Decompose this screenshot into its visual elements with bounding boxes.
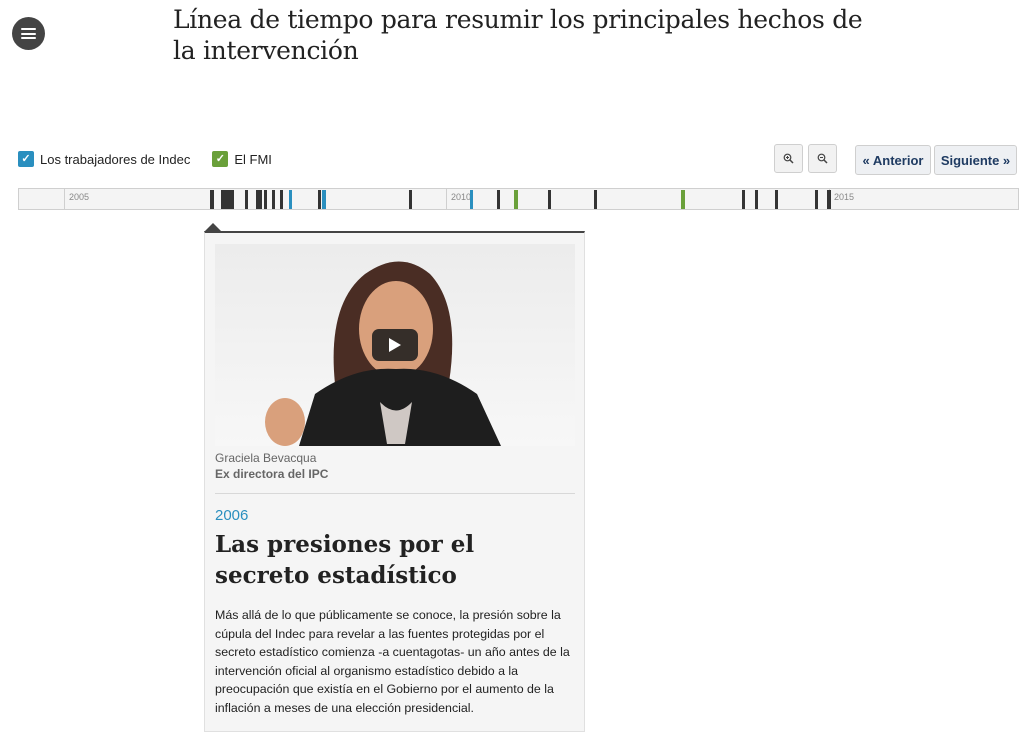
- zoom-in-button[interactable]: [774, 144, 803, 173]
- event-marker-indec[interactable]: [470, 190, 473, 209]
- filter-label: El FMI: [234, 151, 272, 167]
- event-description: Más allá de lo que públicamente se conoc…: [215, 608, 570, 715]
- event-marker[interactable]: [548, 190, 551, 209]
- event-marker[interactable]: [497, 190, 500, 209]
- event-marker[interactable]: [827, 190, 831, 209]
- event-marker[interactable]: [594, 190, 597, 209]
- hamburger-menu-icon: [21, 28, 36, 39]
- category-filters: ✓ Los trabajadores de Indec ✓ El FMI: [18, 151, 272, 167]
- event-year: 2006: [215, 507, 249, 524]
- event-marker[interactable]: [221, 190, 234, 209]
- next-button[interactable]: Siguiente »: [934, 145, 1017, 175]
- event-marker[interactable]: [409, 190, 412, 209]
- checkbox-checked-icon[interactable]: ✓: [18, 151, 34, 167]
- event-marker[interactable]: [280, 190, 283, 209]
- event-marker[interactable]: [245, 190, 248, 209]
- year-label: 2010: [451, 192, 472, 202]
- event-marker-indec[interactable]: [289, 190, 292, 209]
- year-label: 2005: [69, 192, 90, 202]
- event-marker[interactable]: [755, 190, 758, 209]
- event-card: Graciela Bevacqua Ex directora del IPC 2…: [204, 231, 585, 732]
- event-marker[interactable]: [775, 190, 778, 209]
- divider: [215, 493, 575, 494]
- video-credit-name: Graciela Bevacqua: [215, 451, 317, 465]
- filter-label: Los trabajadores de Indec: [40, 151, 191, 167]
- event-marker[interactable]: [815, 190, 818, 209]
- zoom-out-button[interactable]: [808, 144, 837, 173]
- hamburger-menu-button[interactable]: [12, 17, 45, 50]
- play-icon: [389, 338, 401, 352]
- event-marker-selected[interactable]: [210, 190, 214, 209]
- year-tick: [64, 189, 65, 209]
- play-button[interactable]: [372, 329, 418, 361]
- previous-button[interactable]: « Anterior: [855, 145, 931, 175]
- event-marker[interactable]: [318, 190, 321, 209]
- event-marker[interactable]: [272, 190, 275, 209]
- year-tick: [446, 189, 447, 209]
- timeline-bar[interactable]: 2005 2010 2015: [18, 188, 1019, 210]
- event-marker[interactable]: [264, 190, 267, 209]
- video-player[interactable]: [215, 244, 575, 446]
- checkbox-checked-icon[interactable]: ✓: [212, 151, 229, 167]
- event-title: Las presiones por el secreto estadístico: [215, 531, 475, 589]
- card-pointer-icon: [205, 223, 221, 231]
- filter-indec-workers[interactable]: ✓ Los trabajadores de Indec: [18, 151, 190, 167]
- event-marker[interactable]: [256, 190, 262, 209]
- page-title: Línea de tiempo para resumir los princip…: [173, 5, 863, 65]
- year-label: 2015: [834, 192, 855, 202]
- event-marker-indec[interactable]: [322, 190, 326, 209]
- zoom-in-icon: [783, 153, 794, 164]
- event-marker-fmi[interactable]: [681, 190, 685, 209]
- event-marker[interactable]: [742, 190, 745, 209]
- video-credit-role: Ex directora del IPC: [215, 467, 329, 481]
- filter-fmi[interactable]: ✓ El FMI: [212, 151, 272, 167]
- event-marker-fmi[interactable]: [514, 190, 518, 209]
- zoom-out-icon: [817, 153, 828, 164]
